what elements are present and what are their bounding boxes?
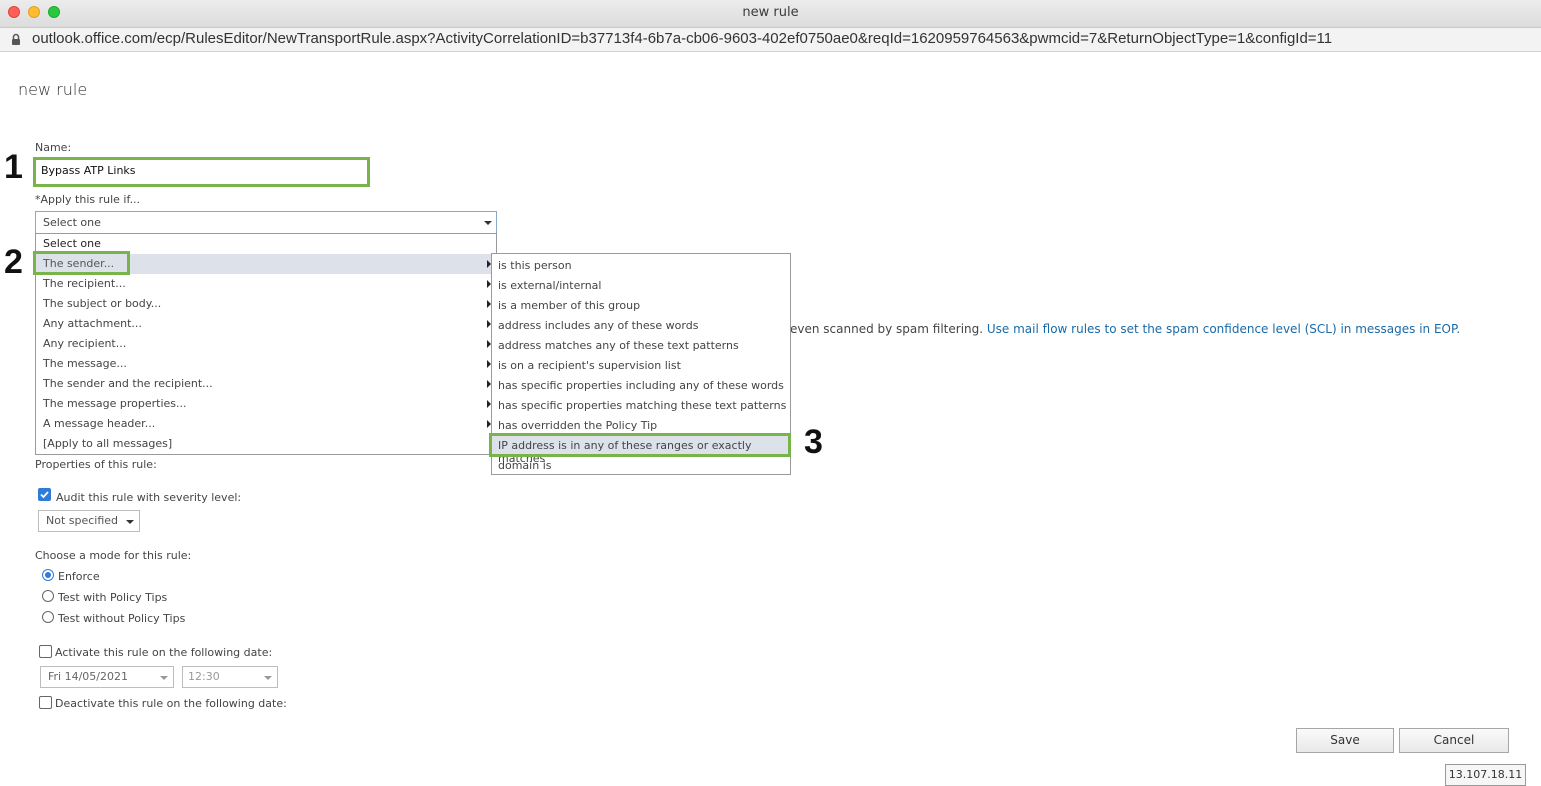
cancel-button[interactable]: Cancel xyxy=(1399,728,1509,753)
mode-test-without-tips-radio[interactable] xyxy=(42,611,54,623)
mode-test-without-tips-label: Test without Policy Tips xyxy=(58,612,186,625)
submenu-item-address-includes-words[interactable]: address includes any of these words xyxy=(498,319,698,332)
submenu-item-external-internal[interactable]: is external/internal xyxy=(498,279,601,292)
spam-filter-note: even scanned by spam filtering. Use mail… xyxy=(790,322,1460,336)
menu-item-label: A message header... xyxy=(43,417,156,430)
radio-dot xyxy=(45,572,51,578)
mode-test-with-tips-label: Test with Policy Tips xyxy=(58,591,168,604)
window-titlebar: new rule xyxy=(0,0,1541,28)
menu-item-label: Any recipient... xyxy=(43,337,127,350)
apply-rule-label: *Apply this rule if... xyxy=(35,193,141,206)
menu-item-label: The message properties... xyxy=(43,397,187,410)
menu-item-label: Any attachment... xyxy=(43,317,142,330)
menu-item-apply-to-all[interactable]: [Apply to all messages] xyxy=(36,434,496,454)
submenu-item-overridden-policy-tip[interactable]: has overridden the Policy Tip xyxy=(498,419,657,432)
severity-select[interactable]: Not specified xyxy=(38,510,140,532)
apply-condition-select[interactable]: Select one xyxy=(35,211,497,234)
submenu-item-properties-matching-patterns[interactable]: has specific properties matching these t… xyxy=(498,399,786,412)
activate-label: Activate this rule on the following date… xyxy=(55,646,273,659)
step-2-marker: 2 xyxy=(4,243,23,281)
window-title: new rule xyxy=(742,5,799,20)
lock-icon xyxy=(12,33,20,45)
url-text[interactable]: outlook.office.com/ecp/RulesEditor/NewTr… xyxy=(32,30,1332,47)
save-button[interactable]: Save xyxy=(1296,728,1394,753)
activate-date-select[interactable]: Fri 14/05/2021 xyxy=(40,666,174,688)
spam-note-text: even scanned by spam filtering. xyxy=(790,322,987,336)
step-1-marker: 1 xyxy=(4,148,23,186)
mode-test-with-tips-radio[interactable] xyxy=(42,590,54,602)
submenu-item-address-matches-patterns[interactable]: address matches any of these text patter… xyxy=(498,339,739,352)
chevron-down-icon xyxy=(160,676,168,680)
menu-item-label: [Apply to all messages] xyxy=(43,437,173,450)
properties-label: Properties of this rule: xyxy=(35,458,157,471)
scl-help-link[interactable]: Use mail flow rules to set the spam conf… xyxy=(987,322,1460,336)
condition-menu: Select one The sender... The recipient..… xyxy=(33,233,497,455)
sender-submenu: is this person is external/internal is a… xyxy=(489,253,791,475)
menu-item-any-recipient[interactable]: Any recipient... xyxy=(36,334,496,354)
server-ip-badge: 13.107.18.11 xyxy=(1445,764,1526,786)
menu-item-message-properties[interactable]: The message properties... xyxy=(36,394,496,414)
menu-header-label: Select one xyxy=(43,237,101,250)
mode-label: Choose a mode for this rule: xyxy=(35,549,192,562)
activate-checkbox[interactable] xyxy=(39,645,52,658)
submenu-item-domain-is[interactable]: domain is xyxy=(498,459,551,472)
menu-item-message-header[interactable]: A message header... xyxy=(36,414,496,434)
menu-item-label: The sender and the recipient... xyxy=(43,377,213,390)
menu-item-recipient[interactable]: The recipient... xyxy=(36,274,496,294)
chevron-down-icon xyxy=(264,676,272,680)
submenu-item-is-this-person[interactable]: is this person xyxy=(498,259,572,272)
submenu-item-member-of-group[interactable]: is a member of this group xyxy=(498,299,640,312)
checkmark-icon xyxy=(40,491,49,499)
activate-time-select[interactable]: 12:30 xyxy=(182,666,278,688)
menu-item-subject-or-body[interactable]: The subject or body... xyxy=(36,294,496,314)
audit-label: Audit this rule with severity level: xyxy=(56,491,242,504)
menu-item-label: The message... xyxy=(43,357,127,370)
page-title: new rule xyxy=(18,80,88,99)
audit-checkbox[interactable] xyxy=(38,488,51,501)
name-label: Name: xyxy=(35,141,72,154)
deactivate-checkbox[interactable] xyxy=(39,696,52,709)
mode-enforce-radio[interactable] xyxy=(42,569,54,581)
menu-item-message[interactable]: The message... xyxy=(36,354,496,374)
activate-time-value: 12:30 xyxy=(188,670,220,683)
chevron-down-icon xyxy=(126,520,134,524)
menu-item-label: The subject or body... xyxy=(43,297,162,310)
step-3-marker: 3 xyxy=(804,423,823,461)
address-bar[interactable]: outlook.office.com/ecp/RulesEditor/NewTr… xyxy=(0,28,1541,52)
menu-item-sender-and-recipient[interactable]: The sender and the recipient... xyxy=(36,374,496,394)
deactivate-label: Deactivate this rule on the following da… xyxy=(55,697,287,710)
activate-date-value: Fri 14/05/2021 xyxy=(48,670,129,683)
step-2-highlight xyxy=(33,251,130,275)
mode-enforce-label: Enforce xyxy=(58,570,100,583)
name-input-value: Bypass ATP Links xyxy=(41,164,136,177)
chevron-down-icon xyxy=(484,221,492,225)
select-value: Select one xyxy=(43,216,101,229)
submenu-item-supervision-list[interactable]: is on a recipient's supervision list xyxy=(498,359,681,372)
menu-item-label: The recipient... xyxy=(43,277,126,290)
severity-value: Not specified xyxy=(46,514,119,527)
submenu-item-properties-including-words[interactable]: has specific properties including any of… xyxy=(498,379,784,392)
step-3-highlight xyxy=(489,433,791,457)
menu-item-any-attachment[interactable]: Any attachment... xyxy=(36,314,496,334)
